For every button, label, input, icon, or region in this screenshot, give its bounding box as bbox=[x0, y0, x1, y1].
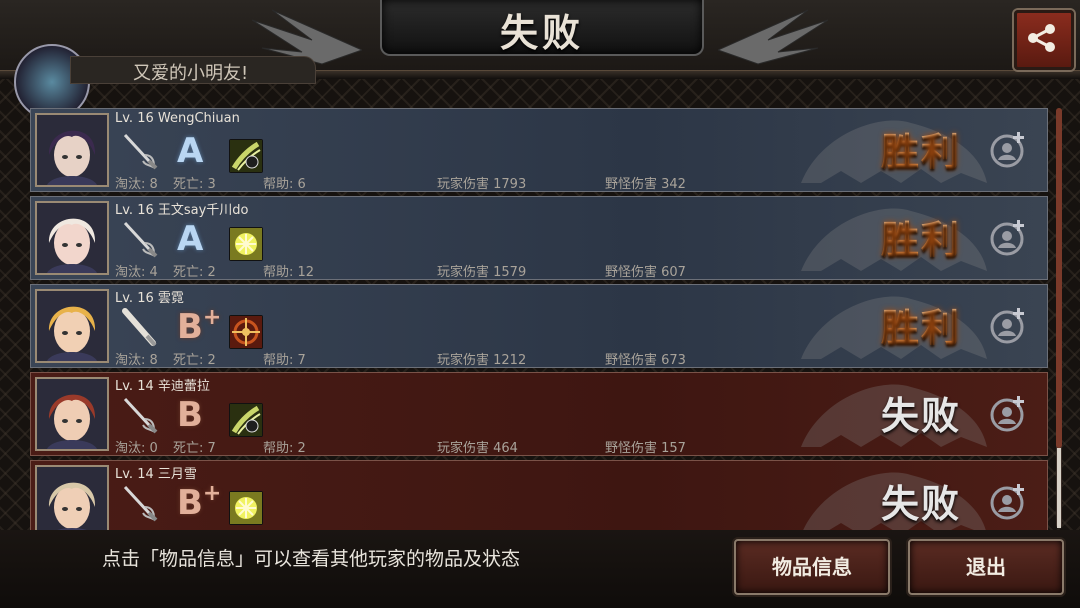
monster-damage-stat: 野怪伤害 607 bbox=[605, 265, 686, 280]
right-wing-emblem-icon bbox=[718, 9, 828, 65]
monster-damage-stat: 野怪伤害 342 bbox=[605, 177, 686, 192]
share-button[interactable] bbox=[1014, 10, 1074, 70]
rapier-icon bbox=[119, 395, 159, 435]
grade-letter: A bbox=[177, 131, 204, 171]
deaths-stat: 死亡: 2 bbox=[173, 265, 216, 280]
share-icon bbox=[1028, 24, 1055, 52]
slash-skill-icon bbox=[229, 139, 263, 173]
rapier-icon bbox=[119, 483, 159, 523]
player-avatar[interactable] bbox=[35, 201, 109, 275]
grade-letter: B bbox=[177, 307, 203, 347]
exit-button[interactable]: 退出 bbox=[908, 539, 1064, 595]
monster-damage-stat: 野怪伤害 157 bbox=[605, 441, 686, 456]
player-row[interactable]: Lv. 14 辛迪蕾拉 B 淘汰: 0 死亡: 7 帮助: 2 玩家伤害 464 野怪伤害 … bbox=[30, 372, 1048, 456]
item-info-button[interactable]: 物品信息 bbox=[734, 539, 890, 595]
grade-badge: B+ bbox=[177, 305, 222, 348]
grade-badge: B bbox=[177, 395, 203, 435]
results-panel: Lv. 16 WengChiuan A 淘汰: 8 死亡: 3 帮助: 6 玩家伤害 17… bbox=[22, 100, 1058, 530]
player-row[interactable]: Lv. 16 WengChiuan A 淘汰: 8 死亡: 3 帮助: 6 玩家伤害 17… bbox=[30, 108, 1048, 192]
assists-stat: 帮助: 2 bbox=[263, 441, 306, 456]
assists-stat: 帮助: 6 bbox=[263, 177, 306, 192]
scrollbar-track-filled bbox=[1056, 108, 1062, 448]
assists-stat: 帮助: 12 bbox=[263, 265, 315, 280]
player-avatar[interactable] bbox=[35, 113, 109, 187]
burst-skill-icon bbox=[229, 491, 263, 525]
add-friend-icon[interactable] bbox=[989, 481, 1029, 521]
slash-skill-icon bbox=[229, 403, 263, 437]
player-avatar[interactable] bbox=[35, 377, 109, 451]
grade-letter: A bbox=[177, 219, 204, 259]
assists-stat: 帮助: 7 bbox=[263, 353, 306, 368]
player-avatar[interactable] bbox=[35, 289, 109, 363]
player-level-name: Lv. 16 雲霓 bbox=[115, 291, 184, 306]
background-label: 又爱的小明友! bbox=[70, 56, 316, 84]
grade-letter: B bbox=[177, 483, 203, 523]
target-skill-icon bbox=[229, 315, 263, 349]
player-level-name: Lv. 14 辛迪蕾拉 bbox=[115, 379, 210, 394]
grade-badge: A bbox=[177, 131, 203, 171]
player-row[interactable]: Lv. 16 雲霓 B+ 淘汰: 8 死亡: 2 帮助: 7 玩家伤害 1212 野怪伤害 … bbox=[30, 284, 1048, 368]
kills-stat: 淘汰: 8 bbox=[115, 353, 158, 368]
rapier-icon bbox=[119, 219, 159, 259]
player-level-name: Lv. 16 王文say千川do bbox=[115, 203, 249, 218]
kills-stat: 淘汰: 0 bbox=[115, 441, 158, 456]
player-damage-stat: 玩家伤害 1212 bbox=[437, 353, 527, 368]
footer-bar: 点击「物品信息」可以查看其他玩家的物品及状态 物品信息 退出 bbox=[0, 530, 1080, 608]
add-friend-icon[interactable] bbox=[989, 305, 1029, 345]
bat-icon bbox=[119, 307, 159, 347]
match-result-label: 失败 bbox=[881, 394, 962, 438]
rapier-icon bbox=[119, 131, 159, 171]
kills-stat: 淘汰: 4 bbox=[115, 265, 158, 280]
grade-badge: B+ bbox=[177, 481, 222, 524]
add-friend-icon[interactable] bbox=[989, 393, 1029, 433]
grade-badge: A bbox=[177, 219, 203, 259]
match-result-label: 失败 bbox=[881, 482, 962, 526]
hint-text: 点击「物品信息」可以查看其他玩家的物品及状态 bbox=[102, 548, 521, 570]
add-friend-icon[interactable] bbox=[989, 217, 1029, 257]
kills-stat: 淘汰: 8 bbox=[115, 177, 158, 192]
page-title: 失败 bbox=[499, 11, 584, 55]
add-friend-icon[interactable] bbox=[989, 129, 1029, 169]
grade-plus: + bbox=[202, 305, 222, 330]
player-avatar[interactable] bbox=[35, 465, 109, 530]
grade-letter: B bbox=[177, 395, 203, 435]
grade-plus: + bbox=[202, 481, 222, 506]
match-result-label: 胜利 bbox=[881, 121, 961, 176]
burst-skill-icon bbox=[229, 227, 263, 261]
monster-damage-stat: 野怪伤害 673 bbox=[605, 353, 686, 368]
player-damage-stat: 玩家伤害 1793 bbox=[437, 177, 527, 192]
player-damage-stat: 玩家伤害 464 bbox=[437, 441, 518, 456]
title-plate: 失败 bbox=[380, 0, 704, 56]
deaths-stat: 死亡: 7 bbox=[173, 441, 216, 456]
deaths-stat: 死亡: 3 bbox=[173, 177, 216, 192]
player-row[interactable]: Lv. 14 三月雪 B+ 失败 bbox=[30, 460, 1048, 530]
background-label-text: 又爱的小明友! bbox=[133, 63, 249, 84]
deaths-stat: 死亡: 2 bbox=[173, 353, 216, 368]
player-row[interactable]: Lv. 16 王文say千川do A 淘汰: 4 死亡: 2 帮助: 12 玩家伤害 15… bbox=[30, 196, 1048, 280]
match-result-label: 胜利 bbox=[881, 209, 961, 264]
match-result-label: 胜利 bbox=[881, 297, 961, 352]
scrollbar[interactable] bbox=[1056, 108, 1062, 528]
player-damage-stat: 玩家伤害 1579 bbox=[437, 265, 527, 280]
player-level-name: Lv. 14 三月雪 bbox=[115, 467, 197, 482]
scrollbar-thumb[interactable] bbox=[1057, 448, 1061, 528]
player-level-name: Lv. 16 WengChiuan bbox=[115, 111, 240, 126]
